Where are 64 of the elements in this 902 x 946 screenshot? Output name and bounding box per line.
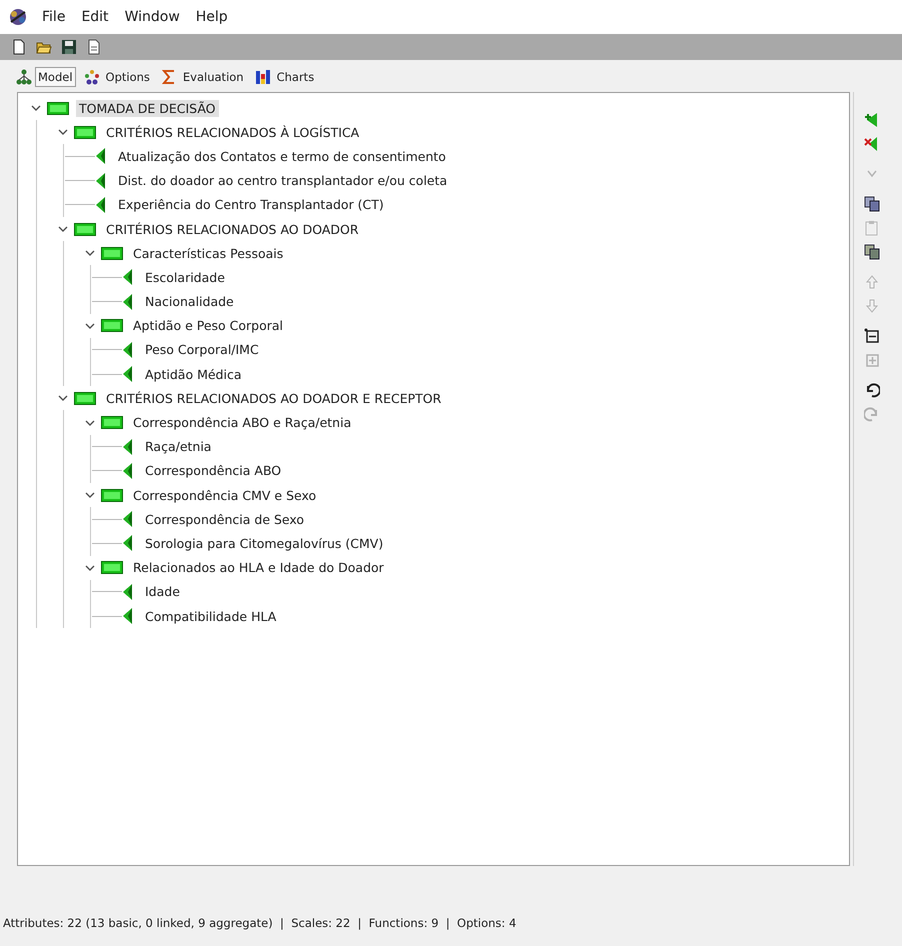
triangle-icon [122, 342, 133, 358]
rectangle-icon [101, 246, 123, 260]
tree-item[interactable]: Atualização dos Contatos e termo de consentimento [115, 148, 449, 165]
tab[interactable]: Options [102, 67, 153, 87]
tree-item[interactable]: Nacionalidade [142, 293, 237, 310]
tree-item[interactable]: Escolaridade [142, 268, 228, 286]
triangle-icon [122, 462, 133, 479]
triangle-icon [122, 584, 133, 600]
tree-item[interactable]: Correspondência ABO [142, 462, 284, 480]
document-icon[interactable] [86, 39, 102, 55]
menu-item[interactable]: Help [194, 7, 230, 27]
rectangle-icon [101, 319, 123, 332]
collapse-box-icon[interactable] [864, 328, 880, 344]
tree-item[interactable]: Sorologia para Citomegalovírus (CMV) [142, 534, 386, 552]
rectangle-icon [74, 392, 96, 405]
duplicate-icon[interactable] [864, 244, 880, 260]
sigma-icon [160, 69, 177, 85]
tree-item[interactable]: TOMADA DE DECISÃO [76, 100, 219, 117]
tree-item[interactable]: CRITÉRIOS RELACIONADOS AO DOADOR E RECEPTOR [103, 390, 444, 407]
triangle-icon [95, 172, 106, 189]
menu-item[interactable]: File [40, 7, 68, 27]
triangle-icon [122, 511, 133, 528]
rectangle-icon [47, 102, 69, 115]
new-file-icon[interactable] [11, 39, 27, 55]
triangle-icon [122, 535, 133, 552]
triangle-icon [122, 366, 133, 382]
tree-item[interactable]: Dist. do doador ao centro transplantador e/ou coleta [115, 172, 450, 190]
tree-item[interactable]: Aptidão Médica [142, 366, 244, 383]
tree-item[interactable]: Características Pessoais [130, 244, 286, 262]
menu-item[interactable]: Window [122, 7, 182, 27]
tree-item[interactable]: Peso Corporal/IMC [142, 341, 262, 358]
tree-item[interactable]: CRITÉRIOS RELACIONADOS À LOGÍSTICA [103, 124, 362, 141]
copy-icon[interactable] [864, 196, 880, 212]
dots-icon [84, 69, 100, 85]
app-logo-icon [8, 7, 28, 27]
triangle-icon [122, 294, 133, 310]
menu-item[interactable]: Edit [79, 7, 111, 27]
rectangle-icon [101, 488, 123, 502]
undo-icon[interactable] [864, 382, 880, 398]
triangle-icon [95, 148, 106, 164]
rectangle-icon [74, 222, 96, 236]
tree-item[interactable]: Correspondência CMV e Sexo [130, 486, 320, 504]
rectangle-icon [101, 561, 123, 574]
tree-item[interactable]: Relacionados ao HLA e Idade do Doador [130, 559, 387, 576]
tree-item[interactable]: Correspondência ABO e Raça/etnia [130, 414, 354, 432]
tab[interactable]: Charts [274, 67, 318, 87]
rectangle-icon [101, 416, 123, 430]
tree-item[interactable]: Correspondência de Sexo [142, 510, 308, 528]
rectangle-icon [74, 126, 96, 139]
tree-item[interactable]: CRITÉRIOS RELACIONADOS AO DOADOR [103, 220, 362, 238]
bar-chart-icon [254, 69, 271, 85]
triangle-icon [122, 269, 133, 286]
tree-item[interactable]: Aptidão e Peso Corporal [130, 317, 286, 334]
status-text: Attributes: 22 (13 basic, 0 linked, 9 aggregate) | Scales: 22 | Functions: 9 | Options: 4 [2, 916, 518, 930]
tab[interactable]: Evaluation [180, 67, 247, 87]
tree-item[interactable]: Experiência do Centro Transplantador (CT) [115, 196, 387, 214]
triangle-icon [122, 608, 133, 624]
tree-item[interactable]: Raça/etnia [142, 438, 214, 456]
triangle-icon [122, 438, 133, 455]
tree-item[interactable]: Compatibilidade HLA [142, 608, 280, 625]
tree-diagram-icon [16, 69, 32, 85]
tab[interactable]: Model [35, 67, 76, 87]
tree-item[interactable]: Idade [142, 583, 183, 600]
triangle-icon [95, 196, 106, 213]
